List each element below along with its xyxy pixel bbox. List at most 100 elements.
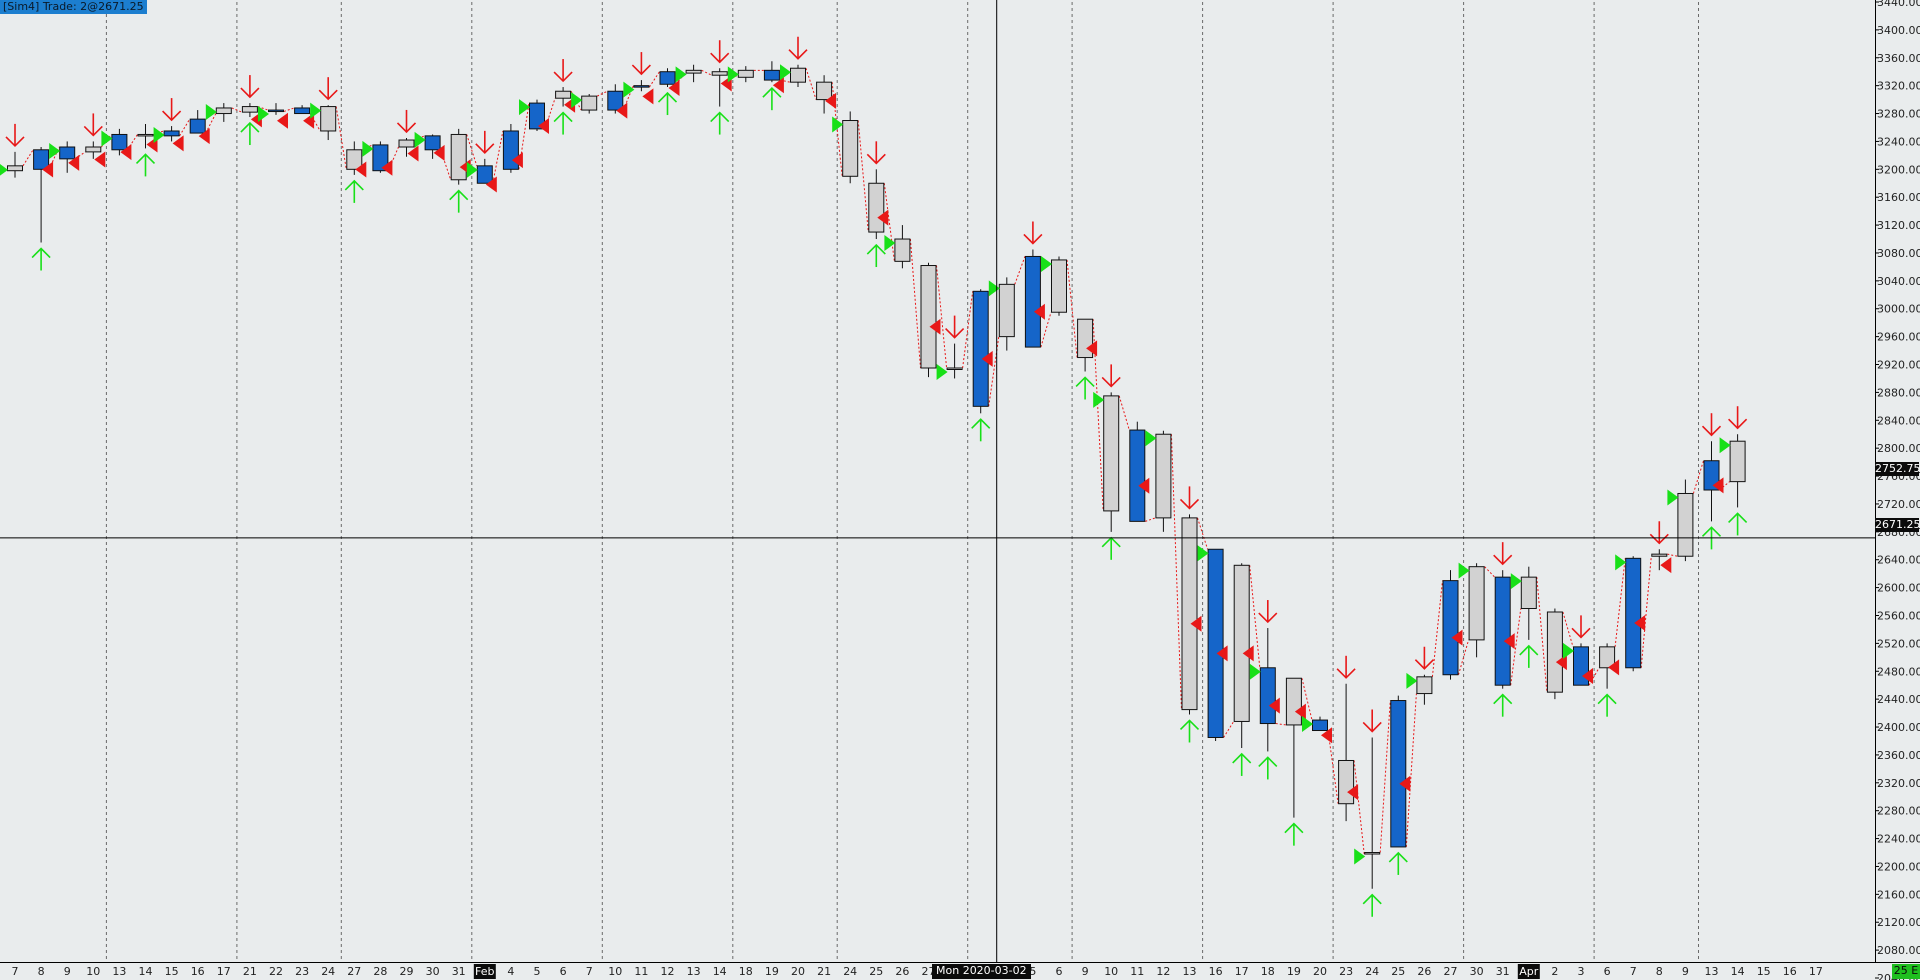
date-tick-label: 16: [1209, 965, 1223, 978]
candle-body: [7, 165, 23, 172]
trade-trace-line: [1145, 517, 1156, 522]
date-tick-label: 15: [1757, 965, 1771, 978]
crosshair: [0, 0, 1875, 962]
date-tick-label: 16: [191, 965, 205, 978]
short-entry-icon: [94, 151, 106, 168]
date-tick-label: 6: [1056, 965, 1063, 978]
candle-body: [1338, 759, 1355, 805]
date-tick-label: 3: [1578, 965, 1585, 978]
long-entry-icon: [571, 92, 583, 109]
price-tick-label: 3280.00: [1877, 108, 1920, 121]
trade-trace-line: [1484, 566, 1496, 578]
candle-body: [1051, 259, 1067, 313]
candle-body: [946, 367, 963, 370]
candle-body: [1416, 676, 1433, 695]
date-tick-label: 30: [426, 965, 440, 978]
trade-trace-line: [283, 107, 295, 112]
price-tick-label: 2600.00: [1877, 582, 1920, 595]
candle-body: [85, 146, 102, 153]
candle-body: [1259, 667, 1276, 725]
trade-trace-line: [1275, 723, 1286, 726]
date-tick-label: 16: [1783, 965, 1797, 978]
candle-body: [1181, 517, 1198, 711]
last-price-tag: 2752.75: [1875, 462, 1920, 476]
date-tick-label: 17: [217, 965, 231, 978]
price-tick-label: 2640.00: [1877, 554, 1920, 567]
short-entry-icon: [277, 112, 288, 129]
price-tick-label: 2560.00: [1877, 609, 1920, 622]
date-tick-label: 27: [347, 965, 361, 978]
long-entry-icon: [780, 64, 791, 81]
candle-body: [1207, 548, 1224, 738]
price-tick-label: 2440.00: [1877, 693, 1920, 706]
long-entry-icon: [414, 131, 426, 148]
candle-body: [320, 106, 337, 132]
candle-body: [763, 69, 780, 81]
candle-body: [920, 265, 937, 369]
price-tick-label: 2920.00: [1877, 359, 1920, 372]
trade-trace-line: [1614, 558, 1626, 647]
trade-trace-line: [909, 238, 921, 369]
candle-body: [1312, 719, 1328, 732]
date-tick-label: 7: [1630, 965, 1637, 978]
candle-body: [1494, 576, 1511, 686]
trade-price-tag: 2671.25: [1875, 518, 1920, 532]
date-tick-label: Feb: [475, 965, 494, 978]
date-tick-label: 17: [1809, 965, 1823, 978]
trade-trace-line: [1118, 395, 1130, 431]
date-tick-label: 15: [165, 965, 179, 978]
candlestick-chart[interactable]: 3440.00 3400.00 3360.00 3320.00 3280.00 3240.…: [0, 0, 1920, 980]
candle-body: [1233, 564, 1250, 722]
trade-trace-line: [857, 120, 869, 233]
trade-trace-line: [936, 265, 948, 369]
long-entry-icon: [1041, 255, 1052, 272]
date-tick-label: 18: [1261, 965, 1275, 978]
long-entry-icon: [0, 164, 8, 176]
candle-body: [163, 130, 180, 137]
candle-body: [1520, 576, 1537, 610]
date-tick-label: 11: [634, 965, 648, 978]
candle-body: [1077, 318, 1094, 359]
candle-body: [633, 85, 650, 88]
price-tick-label: 2720.00: [1877, 498, 1920, 511]
date-tick-label: 5: [534, 965, 541, 978]
candle-body: [607, 90, 624, 111]
date-tick-label: 10: [86, 965, 100, 978]
trade-trace-line: [1667, 553, 1678, 557]
candle-body: [1729, 440, 1746, 483]
long-entry-icon: [1458, 562, 1470, 579]
price-tick-label: 3120.00: [1877, 219, 1920, 232]
trade-trace-line: [22, 149, 34, 167]
date-tick-label: 12: [1156, 965, 1170, 978]
trade-trace-line: [1014, 256, 1026, 285]
long-entry-icon: [1510, 573, 1522, 590]
long-entry-icon: [623, 81, 635, 98]
price-tick-label: 2320.00: [1877, 777, 1920, 790]
candle-body: [659, 71, 676, 85]
candle-body: [346, 149, 363, 170]
trade-trace-line: [701, 69, 712, 76]
long-entry-icon: [1093, 391, 1105, 408]
long-entry-icon: [1563, 642, 1574, 659]
price-tick-label: 3000.00: [1877, 303, 1920, 316]
candle-body: [424, 135, 441, 151]
candle-body: [215, 107, 232, 115]
date-tick-label: 10: [608, 965, 622, 978]
date-tick-label: 26: [895, 965, 909, 978]
candle-body: [294, 107, 311, 115]
long-entry-icon: [1354, 848, 1366, 865]
long-entry-icon: [1719, 437, 1731, 454]
candle-body: [790, 67, 806, 83]
cursor-date-label: Mon 2020-03-02: [932, 964, 1031, 979]
price-tick-label: 2240.00: [1877, 833, 1920, 846]
long-entry-icon: [519, 99, 530, 116]
price-tick-label: 3240.00: [1877, 135, 1920, 148]
candle-body: [398, 139, 415, 148]
date-tick-label: 14: [139, 965, 153, 978]
trade-trace-line: [1379, 700, 1391, 853]
candle-body: [972, 290, 989, 407]
candle-body: [268, 109, 284, 113]
candle-body: [1546, 611, 1563, 693]
trade-trace-line: [805, 68, 817, 100]
trade-trace-line: [1170, 434, 1182, 710]
